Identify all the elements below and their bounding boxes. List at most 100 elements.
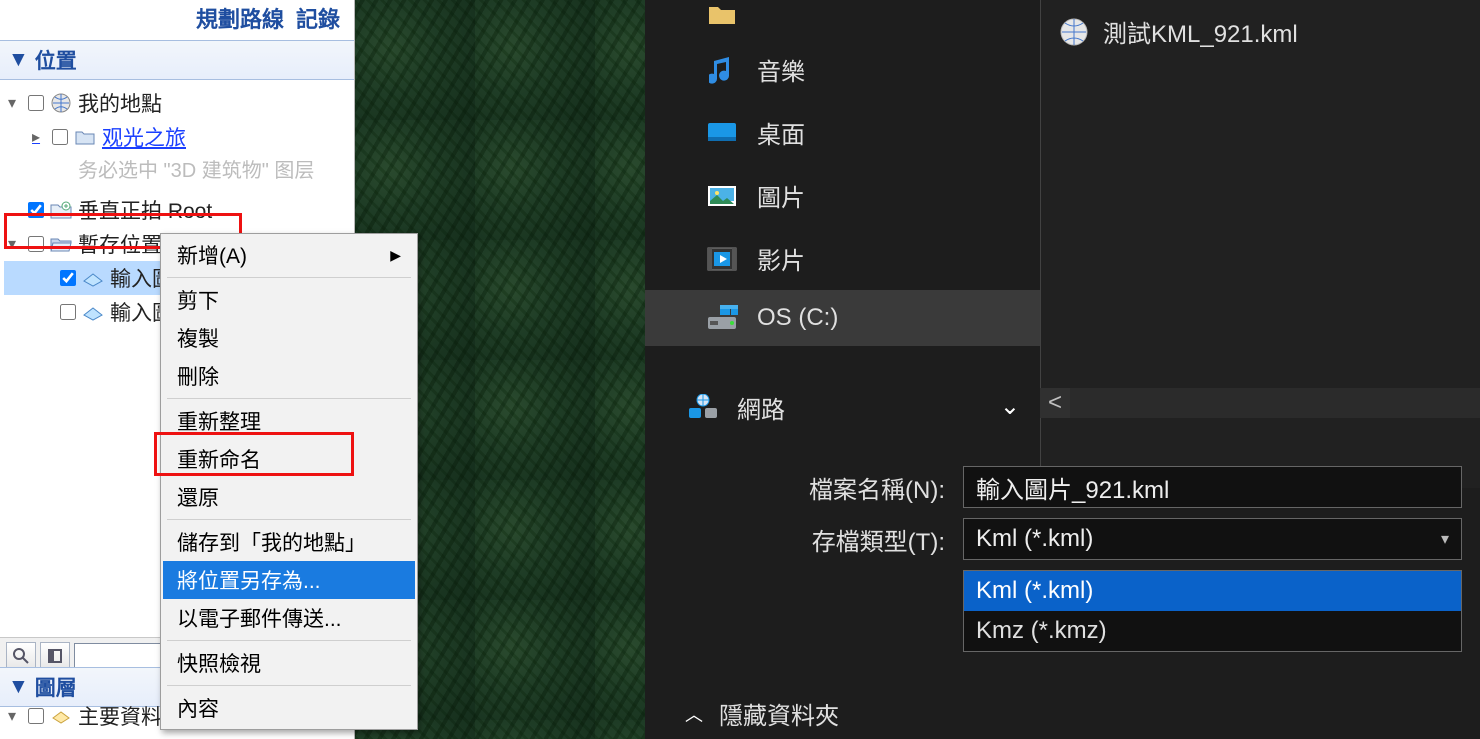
menu-refresh[interactable]: 重新整理: [163, 402, 415, 440]
drive-icon: [705, 304, 739, 332]
menu-rename-label: 重新命名: [177, 444, 261, 474]
nav-videos[interactable]: 影片: [645, 227, 1040, 290]
expand-icon[interactable]: ▸: [32, 127, 46, 147]
my-places-label: 我的地點: [78, 88, 162, 118]
nav-pictures-label: 圖片: [757, 178, 805, 213]
desktop-icon: [705, 119, 739, 147]
google-earth-panel: 規劃路線 記錄 ▼ 位置 ▾ 我的地點 ▸ 观光之旅: [0, 0, 645, 739]
menu-rename[interactable]: 重新命名: [163, 440, 415, 478]
menu-properties-label: 內容: [177, 693, 219, 723]
layers-root-checkbox[interactable]: [28, 708, 44, 724]
filetype-combobox[interactable]: Kml (*.kml) ▾: [963, 518, 1462, 560]
filename-label: 檔案名稱(N):: [645, 470, 945, 505]
nav-network[interactable]: 網路 ⌄: [645, 376, 1040, 439]
chevron-down-icon[interactable]: ⌄: [1000, 392, 1020, 421]
places-header[interactable]: ▼ 位置: [0, 40, 354, 80]
context-menu: 新增(A) ▶ 剪下 複製 刪除 重新整理 重新命名 還原 儲存到「我的地點」 …: [160, 233, 418, 730]
record-link[interactable]: 記錄: [296, 2, 340, 34]
expand-icon[interactable]: ▾: [8, 234, 22, 254]
folder-open-icon: [50, 233, 72, 255]
chevron-up-icon: ︿: [685, 701, 703, 727]
nav-unknown-top[interactable]: .: [645, 0, 1040, 38]
file-item[interactable]: 測試KML_921.kml: [1041, 0, 1480, 63]
overlay-icon: [82, 301, 104, 323]
vertical-row[interactable]: 垂直正拍 Root: [4, 193, 354, 227]
input1-checkbox[interactable]: [60, 270, 76, 286]
expand-icon[interactable]: ▾: [8, 706, 22, 726]
tour-hint: 务必选中 "3D 建筑物" 图层: [4, 154, 354, 183]
collapse-icon: ▼: [8, 48, 29, 72]
menu-cut-label: 剪下: [177, 285, 219, 315]
window-button[interactable]: [40, 642, 70, 670]
filetype-dropdown-options: Kml (*.kml) Kmz (*.kmz): [963, 570, 1462, 652]
filetype-label: 存檔類型(T):: [645, 522, 945, 557]
menu-snapshot[interactable]: 快照檢視: [163, 644, 415, 682]
database-icon: [50, 705, 72, 727]
menu-copy-label: 複製: [177, 323, 219, 353]
option-kml[interactable]: Kml (*.kml): [964, 571, 1461, 611]
menu-save-as-label: 將位置另存為...: [177, 565, 321, 595]
search-button[interactable]: [6, 642, 36, 670]
videos-icon: [705, 245, 739, 273]
menu-email[interactable]: 以電子郵件傳送...: [163, 599, 415, 637]
nav-pictures[interactable]: 圖片: [645, 164, 1040, 227]
nav-network-label: 網路: [737, 390, 785, 425]
my-places-row[interactable]: ▾ 我的地點: [4, 86, 354, 120]
hide-folders-toggle[interactable]: ︿ 隱藏資料夾: [645, 696, 839, 731]
input2-checkbox[interactable]: [60, 304, 76, 320]
route-link[interactable]: 規劃路線: [196, 2, 284, 34]
option-kmz[interactable]: Kmz (*.kmz): [964, 611, 1461, 651]
menu-snapshot-label: 快照檢視: [177, 648, 261, 678]
tour-row[interactable]: ▸ 观光之旅: [4, 120, 354, 154]
filename-row: 檔案名稱(N):: [645, 466, 1480, 508]
menu-properties[interactable]: 內容: [163, 689, 415, 727]
nav-desktop[interactable]: 桌面: [645, 101, 1040, 164]
filename-input[interactable]: [963, 466, 1462, 508]
menu-cut[interactable]: 剪下: [163, 281, 415, 319]
horizontal-scrollbar[interactable]: <: [1040, 388, 1480, 418]
overlay-icon: [82, 267, 104, 289]
menu-delete[interactable]: 刪除: [163, 357, 415, 395]
nav-videos-label: 影片: [757, 241, 805, 276]
folder-icon: [74, 126, 96, 148]
save-dialog: . 音樂 桌面 圖片 影片: [645, 0, 1480, 739]
earth-icon: [50, 92, 72, 114]
temp-checkbox[interactable]: [28, 236, 44, 252]
submenu-arrow-icon: ▶: [390, 247, 401, 264]
menu-email-label: 以電子郵件傳送...: [177, 603, 342, 633]
nav-desktop-label: 桌面: [757, 115, 805, 150]
nav-music-label: 音樂: [757, 52, 805, 87]
expand-icon[interactable]: ▾: [8, 93, 22, 113]
hide-folders-label: 隱藏資料夾: [719, 696, 839, 731]
pictures-icon: [705, 182, 739, 210]
menu-copy[interactable]: 複製: [163, 319, 415, 357]
filetype-row: 存檔類型(T): Kml (*.kml) ▾: [645, 518, 1480, 560]
menu-delete-label: 刪除: [177, 361, 219, 391]
folder-icon: [705, 0, 739, 28]
link-folder-icon: [50, 199, 72, 221]
menu-save-my-label: 儲存到「我的地點」: [177, 527, 366, 557]
menu-revert[interactable]: 還原: [163, 478, 415, 516]
nav-music[interactable]: 音樂: [645, 38, 1040, 101]
chevron-down-icon: ▾: [1441, 529, 1449, 549]
file-name: 測試KML_921.kml: [1103, 14, 1298, 49]
menu-save-my-places[interactable]: 儲存到「我的地點」: [163, 523, 415, 561]
music-icon: [705, 56, 739, 84]
network-icon: [687, 394, 719, 422]
vertical-checkbox[interactable]: [28, 202, 44, 218]
save-form: 檔案名稱(N): 存檔類型(T): Kml (*.kml) ▾: [645, 442, 1480, 570]
scroll-left-button[interactable]: <: [1040, 388, 1070, 418]
menu-new-label: 新增(A): [177, 240, 247, 270]
nav-column: . 音樂 桌面 圖片 影片: [645, 0, 1040, 488]
menu-new[interactable]: 新增(A) ▶: [163, 236, 415, 274]
top-links: 規劃路線 記錄: [0, 0, 354, 40]
nav-os-c-label: OS (C:): [757, 304, 838, 332]
nav-os-c[interactable]: OS (C:): [645, 290, 1040, 346]
kml-file-icon: [1059, 17, 1089, 47]
my-places-checkbox[interactable]: [28, 95, 44, 111]
menu-save-place-as[interactable]: 將位置另存為...: [163, 561, 415, 599]
temp-label: 暫存位置: [78, 229, 162, 259]
places-header-label: 位置: [35, 45, 77, 75]
menu-revert-label: 還原: [177, 482, 219, 512]
tour-checkbox[interactable]: [52, 129, 68, 145]
